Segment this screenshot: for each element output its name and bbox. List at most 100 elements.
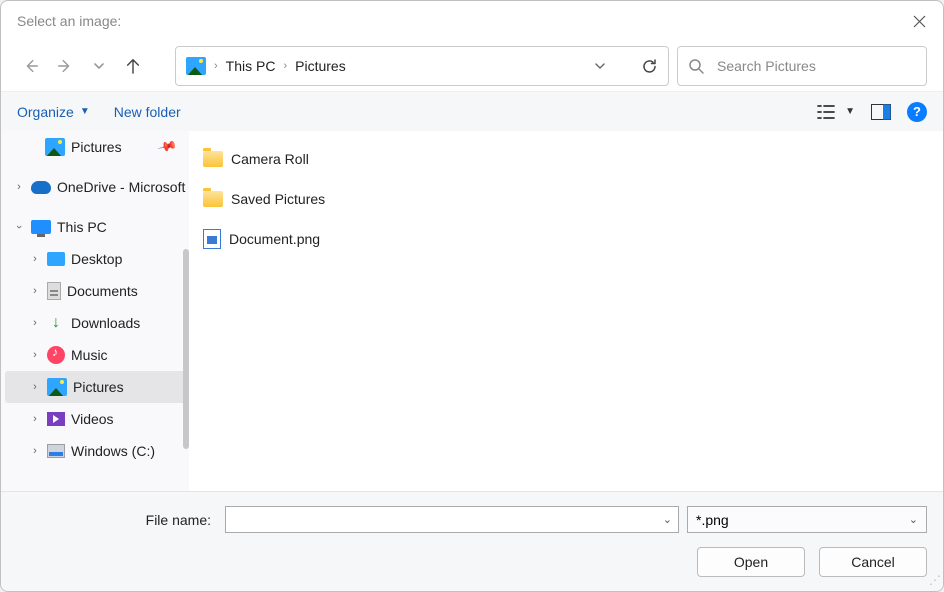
sidebar-item-this-pc[interactable]: › This PC bbox=[1, 211, 189, 243]
address-bar[interactable]: › This PC › Pictures bbox=[175, 46, 669, 86]
close-icon bbox=[913, 15, 926, 28]
file-name: Camera Roll bbox=[231, 151, 309, 167]
breadcrumb-pictures[interactable]: Pictures bbox=[295, 58, 346, 74]
cloud-icon bbox=[31, 181, 51, 194]
window-title: Select an image: bbox=[17, 13, 905, 29]
caret-down-icon: ▼ bbox=[845, 106, 855, 117]
sidebar-item-drive-c[interactable]: › Windows (C:) bbox=[1, 435, 189, 467]
chevron-down-icon bbox=[593, 59, 607, 73]
file-item-folder[interactable]: Saved Pictures bbox=[197, 185, 935, 213]
downloads-icon: ↓ bbox=[47, 314, 65, 332]
drive-icon bbox=[47, 444, 65, 458]
file-name: Saved Pictures bbox=[231, 191, 325, 207]
expand-icon[interactable]: › bbox=[29, 285, 41, 297]
sidebar-item-music[interactable]: › Music bbox=[1, 339, 189, 371]
desktop-icon bbox=[47, 252, 65, 266]
file-name-label: File name: bbox=[17, 512, 217, 528]
sidebar-shortcut-pictures[interactable]: Pictures 📌 bbox=[1, 131, 189, 163]
titlebar: Select an image: bbox=[1, 1, 943, 41]
expand-icon[interactable]: › bbox=[29, 349, 41, 361]
sidebar-label: Downloads bbox=[71, 315, 140, 331]
body: Pictures 📌 › OneDrive - Microsoft › This… bbox=[1, 131, 943, 491]
sidebar-item-desktop[interactable]: › Desktop bbox=[1, 243, 189, 275]
expand-icon[interactable]: › bbox=[29, 253, 41, 265]
search-input[interactable] bbox=[715, 57, 916, 75]
sidebar-label: Documents bbox=[67, 283, 138, 299]
organize-menu[interactable]: Organize ▼ bbox=[17, 104, 90, 120]
videos-icon bbox=[47, 412, 65, 426]
chevron-right-icon: › bbox=[214, 60, 218, 72]
sidebar-label: OneDrive - Microsoft bbox=[57, 179, 185, 195]
chevron-down-icon: ⌄ bbox=[909, 513, 918, 526]
sidebar-label: Pictures bbox=[73, 379, 124, 395]
forward-button[interactable] bbox=[57, 58, 73, 74]
refresh-icon bbox=[641, 58, 658, 75]
location-picture-icon bbox=[186, 57, 206, 75]
preview-pane-button[interactable] bbox=[871, 104, 891, 120]
image-file-icon bbox=[203, 229, 221, 249]
arrow-right-icon bbox=[57, 57, 73, 75]
view-menu[interactable]: ▼ bbox=[817, 104, 855, 120]
chevron-down-icon bbox=[93, 60, 105, 72]
navigation-sidebar[interactable]: Pictures 📌 › OneDrive - Microsoft › This… bbox=[1, 131, 189, 491]
file-item-image[interactable]: Document.png bbox=[197, 225, 935, 253]
address-dropdown[interactable] bbox=[593, 59, 607, 73]
back-button[interactable] bbox=[23, 58, 39, 74]
chevron-right-icon: › bbox=[283, 60, 287, 72]
recent-dropdown[interactable] bbox=[91, 58, 107, 74]
help-button[interactable]: ? bbox=[907, 102, 927, 122]
arrow-up-icon bbox=[125, 57, 141, 75]
file-name-input[interactable] bbox=[232, 511, 663, 528]
chevron-down-icon[interactable]: ⌄ bbox=[663, 513, 672, 526]
sidebar-item-videos[interactable]: › Videos bbox=[1, 403, 189, 435]
file-list[interactable]: Camera Roll Saved Pictures Document.png bbox=[189, 131, 943, 491]
expand-icon[interactable]: › bbox=[29, 413, 41, 425]
up-button[interactable] bbox=[125, 58, 141, 74]
pin-icon: 📌 bbox=[156, 136, 178, 158]
search-icon bbox=[688, 58, 705, 75]
sidebar-label: Videos bbox=[71, 411, 114, 427]
navigation-row: › This PC › Pictures bbox=[1, 41, 943, 91]
documents-icon bbox=[47, 282, 61, 300]
cancel-button[interactable]: Cancel bbox=[819, 547, 927, 577]
sidebar-scrollbar[interactable] bbox=[183, 249, 189, 449]
expand-icon[interactable]: › bbox=[13, 181, 25, 193]
file-name-combobox[interactable]: ⌄ bbox=[225, 506, 679, 533]
toolbar: Organize ▼ New folder ▼ ? bbox=[1, 91, 943, 131]
music-icon bbox=[47, 346, 65, 364]
collapse-icon[interactable]: › bbox=[13, 221, 25, 233]
close-button[interactable] bbox=[905, 7, 933, 35]
file-name: Document.png bbox=[229, 231, 320, 247]
sidebar-item-documents[interactable]: › Documents bbox=[1, 275, 189, 307]
resize-grip[interactable]: ⋰ bbox=[929, 573, 939, 587]
file-open-dialog: Select an image: › This PC › Pictures bbox=[0, 0, 944, 592]
sidebar-label: Desktop bbox=[71, 251, 122, 267]
expand-icon[interactable]: › bbox=[29, 317, 41, 329]
file-type-filter[interactable]: *.png ⌄ bbox=[687, 506, 927, 533]
sidebar-item-downloads[interactable]: › ↓ Downloads bbox=[1, 307, 189, 339]
preview-pane-icon bbox=[871, 104, 891, 120]
arrow-left-icon bbox=[23, 57, 39, 75]
expand-icon[interactable]: › bbox=[29, 381, 41, 393]
filter-value: *.png bbox=[696, 512, 729, 528]
expand-icon[interactable]: › bbox=[29, 445, 41, 457]
folder-icon bbox=[203, 191, 223, 207]
refresh-button[interactable] bbox=[641, 58, 658, 75]
pictures-icon bbox=[45, 138, 65, 156]
sidebar-label: This PC bbox=[57, 219, 107, 235]
sidebar-label: Music bbox=[71, 347, 108, 363]
folder-icon bbox=[203, 151, 223, 167]
this-pc-icon bbox=[31, 220, 51, 234]
sidebar-item-onedrive[interactable]: › OneDrive - Microsoft bbox=[1, 171, 189, 203]
breadcrumb-this-pc[interactable]: This PC bbox=[226, 58, 276, 74]
open-button[interactable]: Open bbox=[697, 547, 805, 577]
file-item-folder[interactable]: Camera Roll bbox=[197, 145, 935, 173]
search-box[interactable] bbox=[677, 46, 927, 86]
list-view-icon bbox=[817, 104, 835, 120]
organize-label: Organize bbox=[17, 104, 74, 120]
nav-buttons bbox=[17, 58, 167, 74]
sidebar-label: Windows (C:) bbox=[71, 443, 155, 459]
sidebar-label: Pictures bbox=[71, 139, 122, 155]
new-folder-button[interactable]: New folder bbox=[114, 104, 181, 120]
sidebar-item-pictures[interactable]: › Pictures bbox=[5, 371, 185, 403]
